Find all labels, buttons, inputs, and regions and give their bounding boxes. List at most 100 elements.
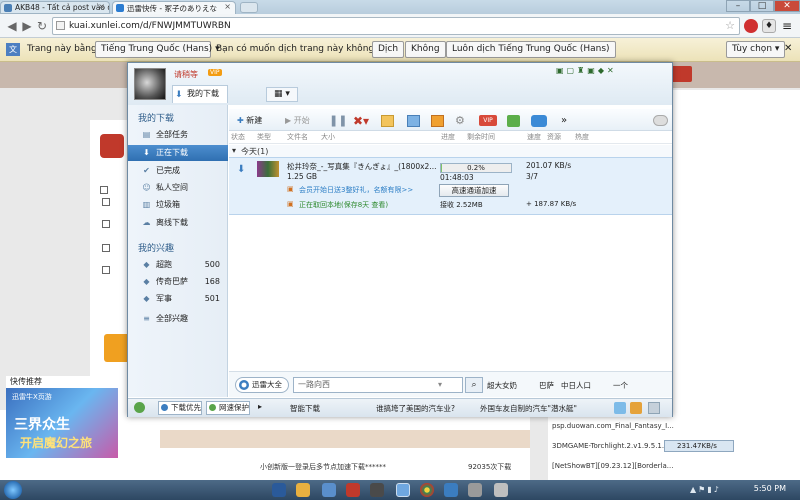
interest-item[interactable]: ◆ 超跑 500 [128,257,228,273]
taskbar-app-icon[interactable] [396,483,410,497]
language-select[interactable]: Tiếng Trung Quốc (Hans) ▾ [95,41,220,58]
right-list-item[interactable]: [NetShowBT][09.23.12][Borderla... [552,462,673,470]
pause-icon[interactable]: ❚❚ [329,114,347,128]
taskbar-app-icon[interactable] [272,483,286,497]
menu-wrench-icon[interactable]: ≡ [782,19,792,33]
accelerate-button[interactable]: 高速通道加速 [439,184,509,197]
sidebar-item-private-space[interactable]: ☺ 私人空间 [128,180,228,196]
sidebar-item-all-tasks[interactable]: ▤ 全部任务 [128,127,228,143]
close-window-button[interactable]: ✕ [774,0,800,12]
list-icon[interactable] [407,115,420,127]
green-status-icon[interactable] [134,402,145,413]
search-icon[interactable]: ⌕ [465,377,483,393]
no-translate-button[interactable]: Không [405,41,446,58]
sidebar-item-trash[interactable]: ▥ 垃圾箱 [128,197,228,213]
hotword-link[interactable]: 一个 [613,380,628,391]
folder-icon[interactable] [381,115,394,127]
offline-status-link[interactable]: 正在取回本地(保存8天 查看) [299,200,388,210]
right-list-item[interactable]: psp.duowan.com_Final_Fantasy_I... [552,422,674,430]
taskbar-app-icon[interactable] [494,483,508,497]
grid-view-icon[interactable]: ▦ ▾ [266,87,298,102]
new-task-button[interactable]: ✚ 新建 [237,114,262,128]
column-progress[interactable]: 进度 [441,132,455,142]
sidebar-item-downloading[interactable]: ⬇ 正在下载 [128,145,228,161]
brand-selector[interactable]: 迅雷大全 [235,377,289,393]
status-tool-icon[interactable] [630,402,642,414]
forward-icon[interactable]: ▶ [19,18,35,34]
checkbox[interactable] [100,186,108,194]
vip-icon[interactable]: VIP [479,115,497,126]
close-tab-icon[interactable]: × [98,2,105,11]
day-group-header[interactable]: ▾ 今天(1) [229,145,672,157]
header-tool-icons[interactable]: ▣▢♜▣◆✕ [556,66,668,76]
tray-icons[interactable]: ▲⚑▮♪ [690,485,750,495]
tab-my-downloads[interactable]: ⬇ 我的下载 [172,85,228,103]
sidebar-item-completed[interactable]: ✔ 已完成 [128,163,228,179]
username[interactable]: 请稍等 [174,69,198,80]
column-resources[interactable]: 资源 [547,132,561,142]
ad-banner[interactable]: 迅雷牛X页游 三界众生 开启魔幻之旅 [6,388,118,458]
interest-item[interactable]: ◆ 军事 501 [128,291,228,307]
right-list-item[interactable]: 3DMGAME-Torchlight.2.v1.9.5.1... [552,442,669,450]
browser-tab[interactable]: AKB48 - Tất cả post vào đâ × [0,1,110,14]
xunlei-taskbar-icon[interactable] [444,483,458,497]
column-filename[interactable]: 文件名 [287,132,308,142]
news-link[interactable]: 外国车友自制的汽车"潜水艇" [480,403,577,414]
hotword-link[interactable]: 巴萨 [539,380,554,391]
vip-promo-link[interactable]: 会员开始日送3整好礼，名额有限>> [299,185,413,195]
translate-button[interactable]: Dịch [372,41,405,58]
news-link[interactable]: 谁搞垮了美国的汽车业? [376,403,455,414]
star-icon[interactable]: ☆ [725,18,735,34]
start-button[interactable] [4,481,22,499]
clock[interactable]: 5:50 PM [754,484,786,493]
checkbox[interactable] [102,244,110,252]
checkbox[interactable] [102,220,110,228]
column-size[interactable]: 大小 [321,132,335,142]
minimize-button[interactable]: – [726,0,750,12]
settings-icon[interactable]: ⚙ [455,114,465,128]
reload-icon[interactable]: ↻ [34,18,50,34]
checkbox[interactable] [102,198,110,206]
chrome-icon[interactable] [420,483,434,497]
smart-download-link[interactable]: 智能下载 [290,403,320,414]
always-translate-button[interactable]: Luôn dịch Tiếng Trung Quốc (Hans) [446,41,616,58]
extension-icon[interactable] [744,19,758,33]
hotword-link[interactable]: 超大女奶 [487,380,517,391]
avatar[interactable] [134,68,166,100]
start-button[interactable]: ▶ 开始 [285,114,310,128]
interest-item[interactable]: ◆ 传奇巴萨 168 [128,274,228,290]
column-type[interactable]: 类型 [257,132,271,142]
column-status[interactable]: 状态 [231,132,245,142]
folder-icon[interactable] [296,483,310,497]
sidebar-item-offline[interactable]: ☁ 离线下载 [128,215,228,231]
new-tab-button[interactable] [240,2,258,13]
delete-icon[interactable]: ✖▾ [353,114,369,128]
more-tools-button[interactable]: » [561,114,567,128]
taskbar-app-icon[interactable] [370,483,384,497]
status-tool-icon[interactable] [648,402,660,414]
download-box-icon[interactable] [431,115,444,127]
task-row[interactable]: ⬇ 松井玲奈_-_写真集『きんぎょ』_(1800x2... 1.25 GB 0.… [229,157,672,215]
column-heat[interactable]: 热度 [575,132,589,142]
taskbar-app-icon[interactable] [346,483,360,497]
status-tool-icon[interactable] [614,402,626,414]
checkbox[interactable] [102,266,110,274]
search-input[interactable]: 一路向西 ▾ [293,377,463,393]
maximize-button[interactable]: □ [750,0,774,12]
address-bar[interactable]: kuai.xunlei.com/d/FNWJMMTUWRBN ☆ [52,17,740,35]
close-tab-icon[interactable]: × [224,2,231,11]
taskbar-app-icon[interactable] [322,483,336,497]
green-app-icon[interactable] [507,115,520,127]
column-speed[interactable]: 速度 [527,132,541,142]
browser-tab-active[interactable]: 迅雷快传 - 冢子のありえな × [112,1,236,14]
hotword-link[interactable]: 中日人口 [561,380,591,391]
cloud-app-icon[interactable] [531,115,547,127]
taskbar-app-icon[interactable] [468,483,482,497]
speed-protect-toggle[interactable]: 网速保护 [206,401,250,415]
toggle-icon[interactable] [653,115,668,126]
download-priority-toggle[interactable]: 下载优先 [158,401,202,415]
close-icon[interactable]: ✕ [784,43,792,54]
sidebar-item-all-interests[interactable]: ≡ 全部兴趣 [128,311,228,327]
column-remaining[interactable]: 剩余时间 [467,132,495,142]
back-icon[interactable]: ◀ [4,18,20,34]
